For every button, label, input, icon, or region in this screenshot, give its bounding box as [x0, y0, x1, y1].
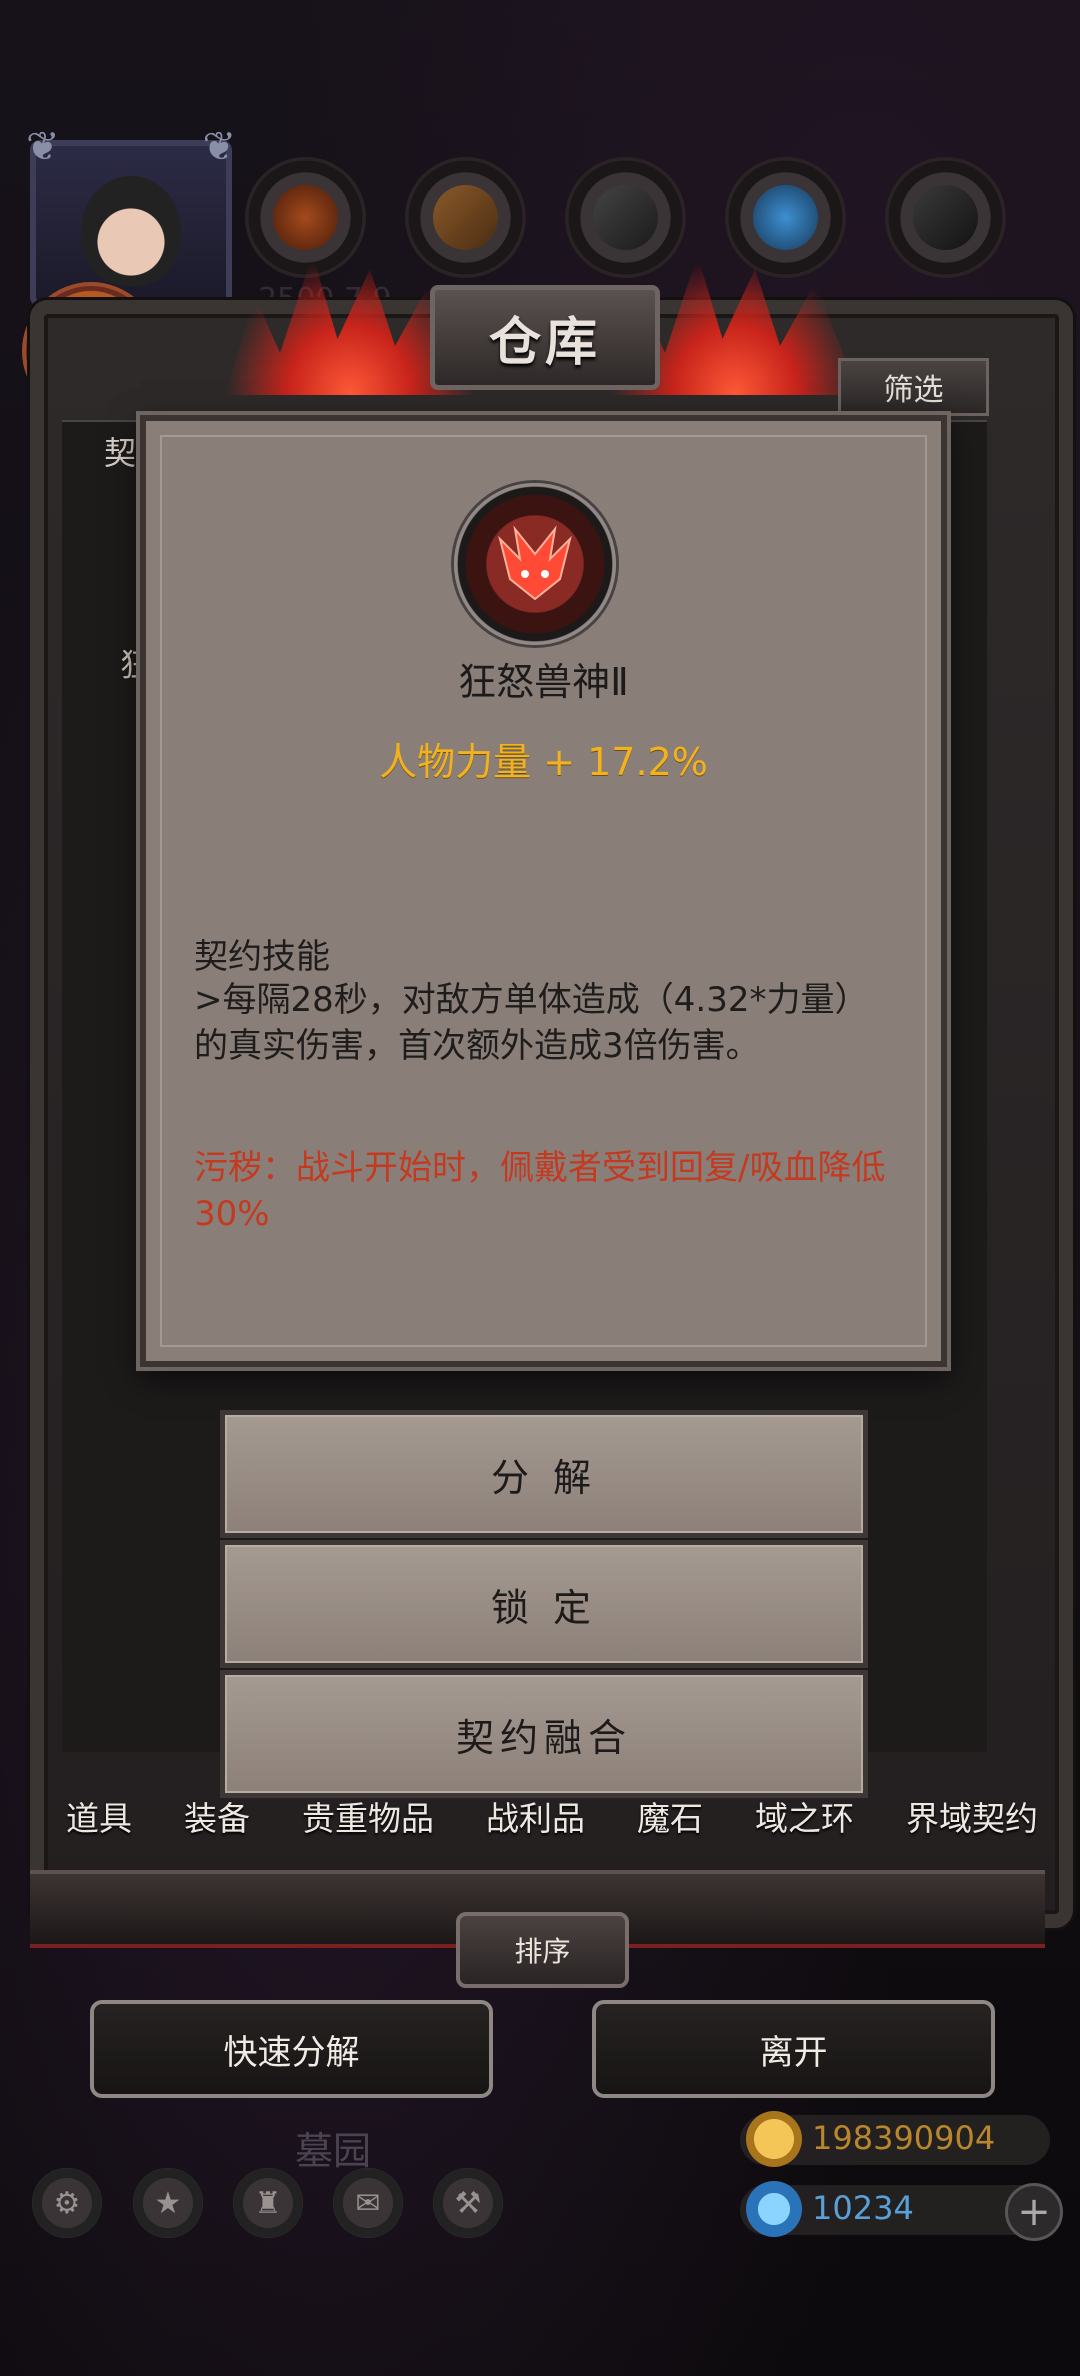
leave-button[interactable]: 离开: [592, 2000, 995, 2098]
gem-icon: [746, 2181, 802, 2237]
wing-icon: ❦: [202, 124, 236, 170]
tab-valuables[interactable]: 贵重物品: [298, 1792, 438, 1840]
beast-god-emblem-icon: [454, 483, 616, 645]
contract-fusion-button[interactable]: 契约融合: [220, 1670, 868, 1798]
shop-icon[interactable]: ⚒: [433, 2168, 503, 2238]
tab-domain-rings[interactable]: 域之环: [751, 1792, 858, 1840]
equip-slot-5[interactable]: [888, 160, 1003, 275]
wing-icon: ❦: [26, 124, 60, 170]
tab-equipment[interactable]: 装备: [180, 1792, 254, 1840]
item-detail-popup: 狂怒兽神Ⅱ 人物力量 + 17.2% 契约技能 >每隔28秒，对敌方单体造成（4…: [140, 415, 947, 1367]
mail-icon[interactable]: ✉: [333, 2168, 403, 2238]
add-currency-plus-icon[interactable]: +: [1005, 2183, 1063, 2241]
location-ghost-text: 墓园: [295, 2129, 372, 2173]
equip-slot-4[interactable]: [728, 160, 843, 275]
window-title: 仓库: [430, 285, 660, 390]
star-badge-icon[interactable]: ★: [133, 2168, 203, 2238]
tab-hint-left: 契: [104, 434, 137, 472]
filter-button[interactable]: 筛选: [838, 358, 989, 416]
gold-coin-icon: [746, 2111, 802, 2167]
item-name: 狂怒兽神Ⅱ: [458, 660, 629, 704]
settings-gear-icon[interactable]: ⚙: [32, 2168, 102, 2238]
curse-description: 污秽：战斗开始时，佩戴者受到回复/吸血降低30%: [194, 1148, 886, 1234]
tab-magic-stones[interactable]: 魔石: [633, 1792, 707, 1840]
quick-decompose-button[interactable]: 快速分解: [90, 2000, 493, 2098]
lock-button[interactable]: 锁 定: [220, 1540, 868, 1668]
guild-icon[interactable]: ♜: [233, 2168, 303, 2238]
tab-loot[interactable]: 战利品: [482, 1792, 589, 1840]
sort-button[interactable]: 排序: [456, 1912, 629, 1988]
item-stat: 人物力量 + 17.2%: [379, 740, 708, 784]
gem-amount: 10234: [812, 2189, 914, 2227]
skill-description: >每隔28秒，对敌方单体造成（4.32*力量）的真实伤害，首次额外造成3倍伤害。: [194, 980, 869, 1066]
equip-slot-3[interactable]: [568, 160, 683, 275]
gold-amount: 198390904: [812, 2119, 996, 2157]
decompose-button[interactable]: 分 解: [220, 1410, 868, 1538]
equip-slot-1[interactable]: [248, 160, 363, 275]
avatar-face: [81, 176, 181, 286]
tab-realm-contracts[interactable]: 界域契约: [902, 1792, 1042, 1840]
tab-items[interactable]: 道具: [62, 1792, 136, 1840]
player-avatar[interactable]: ❦ ❦: [26, 124, 236, 307]
skill-title: 契约技能: [194, 937, 330, 977]
equip-slot-2[interactable]: [408, 160, 523, 275]
